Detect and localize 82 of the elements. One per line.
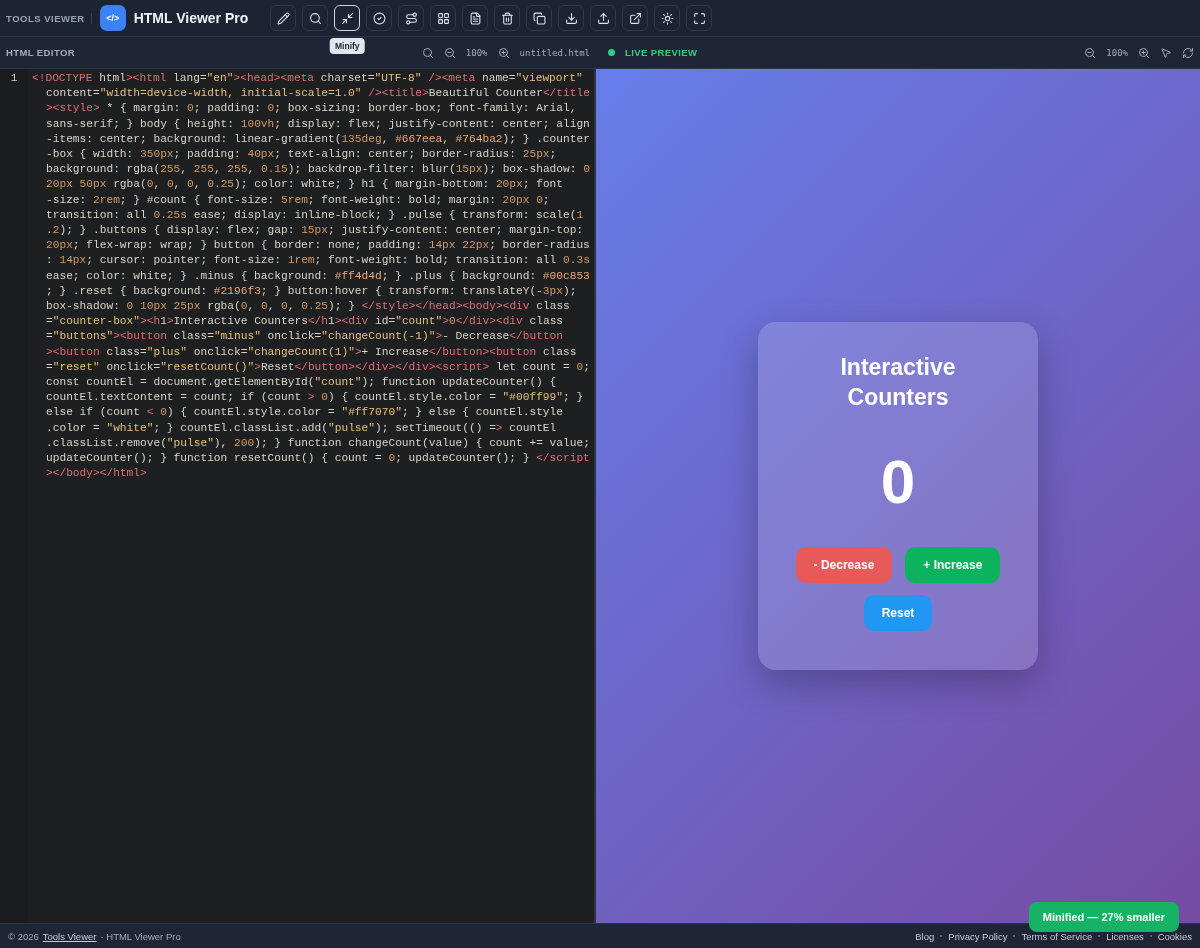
footer-link[interactable]: Blog [915,930,935,942]
toolbar-button[interactable] [686,5,713,31]
toolbar-button[interactable] [270,5,297,31]
search-button[interactable] [421,46,434,59]
zoom-out-button[interactable] [443,46,456,59]
code-line: : 14px; cursor: pointer; font-size: 1rem; font-weight: bold; transition: all 0.3s [45,253,590,269]
toolbar-button[interactable] [654,5,681,31]
footer-link[interactable]: Terms of Service [1021,930,1093,942]
code-line: -box { width: 350px; padding: 40px; text-align: center; border-radius: 25px; [45,147,558,162]
counter-value: 0 [880,446,916,517]
code-line: 20px 50px rgba(0, 0, 0, 0.25); color: white; } h1 { margin-bottom: 20px; font [45,177,565,193]
code-line: const countEl = document.getElementById("count"); function updateCounter() { [45,375,558,391]
footer-link[interactable]: Tools Viewer [42,930,97,942]
code-line: countEl.textContent = count; if (count > 0) { countEl.style.color = "#00ff99"; } [45,390,585,406]
code-line: <!DOCTYPE html><html lang="en"><head><meta charset="UTF-8" /><meta name="viewport" [32,71,584,86]
code-line: ="buttons"><button class="minus" onclick="changeCount(-1)">- Decrease</button [45,329,565,345]
external-link-icon [628,11,642,25]
trash-icon [500,11,514,25]
minimize-icon [340,11,354,25]
toolbar-button[interactable] [494,5,521,31]
app-title: HTML Viewer Pro [133,10,249,26]
code-line: transition: all 0.25s ease; display: inline-block; } .pulse { transform: scale(1 [45,207,585,223]
toolbar-button[interactable] [398,5,425,31]
download-icon [564,11,578,25]
code-line: .color = "white"; } countEl.classList.add("pulse"); setTimeout(() => countEl [45,420,558,436]
code-line: ><button class="plus" onclick="changeCount(1)">+ Increase</button><button class [45,344,578,360]
panel-title: HTML EDITOR [6,47,76,58]
code-line: .classList.remove("pulse"), 200); } function changeCount(value) { count += value; [45,435,590,451]
brand-label: TOOLS VIEWER [6,12,92,24]
panel-title: LIVE PREVIEW [625,47,698,58]
file-name: untitled.html [519,47,590,58]
zoom-level: 100% [465,47,488,58]
code-line: else if (count < 0) { countEl.style.color = "#ff7070"; } else { countEl.style [45,405,564,421]
footer-link[interactable]: Privacy Policy [948,930,1008,942]
code-line: ><style> * { margin: 0; padding: 0; box-sizing: border-box; font-family: Arial, [45,101,578,117]
toolbar-button[interactable] [558,5,585,31]
code-line: content="width=device-width, initial-scale=1.0" /><title>Beautiful Counter</title [45,86,590,102]
code-line: ease; color: white; } .minus { background: #ff4d4d; } .plus { background: #00c853 [45,268,590,284]
code-line: box-shadow: 0 10px 25px rgba(0, 0, 0, 0.25); } </style></head><body><div class [45,299,571,315]
code-line: -size: 2rem; } #count { font-size: 5rem; font-weight: bold; margin: 20px 0; [45,192,551,208]
code-line: updateCounter(); } function resetCount() { count = 0; updateCounter(); } </script [45,451,590,467]
code-line: sans-serif; } body { height: 100vh; display: flex; justify-content: center; align [45,116,590,132]
footer-link[interactable]: Licenses [1106,930,1144,942]
counter-heading: Interactive Counters [839,353,957,412]
copyright-text: © 2026 [8,930,39,942]
pencil-icon [276,11,290,25]
toolbar-button[interactable] [366,5,393,31]
zoom-level: 100% [1106,47,1128,58]
pointer-button[interactable] [1160,46,1172,59]
file-icon [468,11,482,25]
toolbar-button[interactable] [526,5,553,31]
footer-text: · HTML Viewer Pro [100,930,181,942]
footer-link[interactable]: Cookies [1157,930,1192,942]
toolbar-button[interactable] [430,5,457,31]
refresh-button[interactable] [1182,46,1194,59]
zoom-out-button[interactable] [1084,46,1097,59]
code-line: ="reset" onclick="resetCount()">Reset</button></div></div><script> let count = 0; [45,359,590,375]
toast-message: Minified — 27% smaller [1028,902,1179,932]
toolbar-button[interactable] [462,5,489,31]
code-line: 20px; flex-wrap: wrap; } button { border: none; padding: 14px 22px; border-radius [45,238,590,254]
copy-icon [532,11,546,25]
code-line: .2); } .buttons { display: flex; gap: 15px; justify-content: center; margin-top: [45,223,585,239]
code-line: ></body></html> [45,466,148,482]
toolbar-button[interactable] [622,5,649,31]
fullscreen-icon [692,11,706,25]
app-logo: </> [99,5,126,31]
zoom-in-button[interactable] [1138,46,1150,59]
search-icon [308,11,322,25]
grid-icon [436,11,450,25]
toolbar-button[interactable] [590,5,617,31]
code-line: ; } .reset { background: #2196f3; } button:hover { transform: translateY(-3px); [45,283,578,299]
toolbar-button[interactable] [302,5,329,31]
upload-icon [596,11,610,25]
code-line: ="counter-box"><h1>Interactive Counters</h1><div id="count">0</div><div class [45,314,565,330]
code-line: -items: center; background: linear-gradient(135deg, #667eea, #764ba2); } .counter [45,131,590,147]
sun-icon [660,11,674,25]
route-icon [404,11,418,25]
line-number: 1 [9,72,19,84]
tooltip: Minify [330,38,365,54]
code-line: background: rgba(255, 255, 255, 0.15); backdrop-filter: blur(15px); box-shadow: 0 [45,162,590,178]
zoom-in-button[interactable] [497,46,510,59]
check-circle-icon [372,11,386,25]
